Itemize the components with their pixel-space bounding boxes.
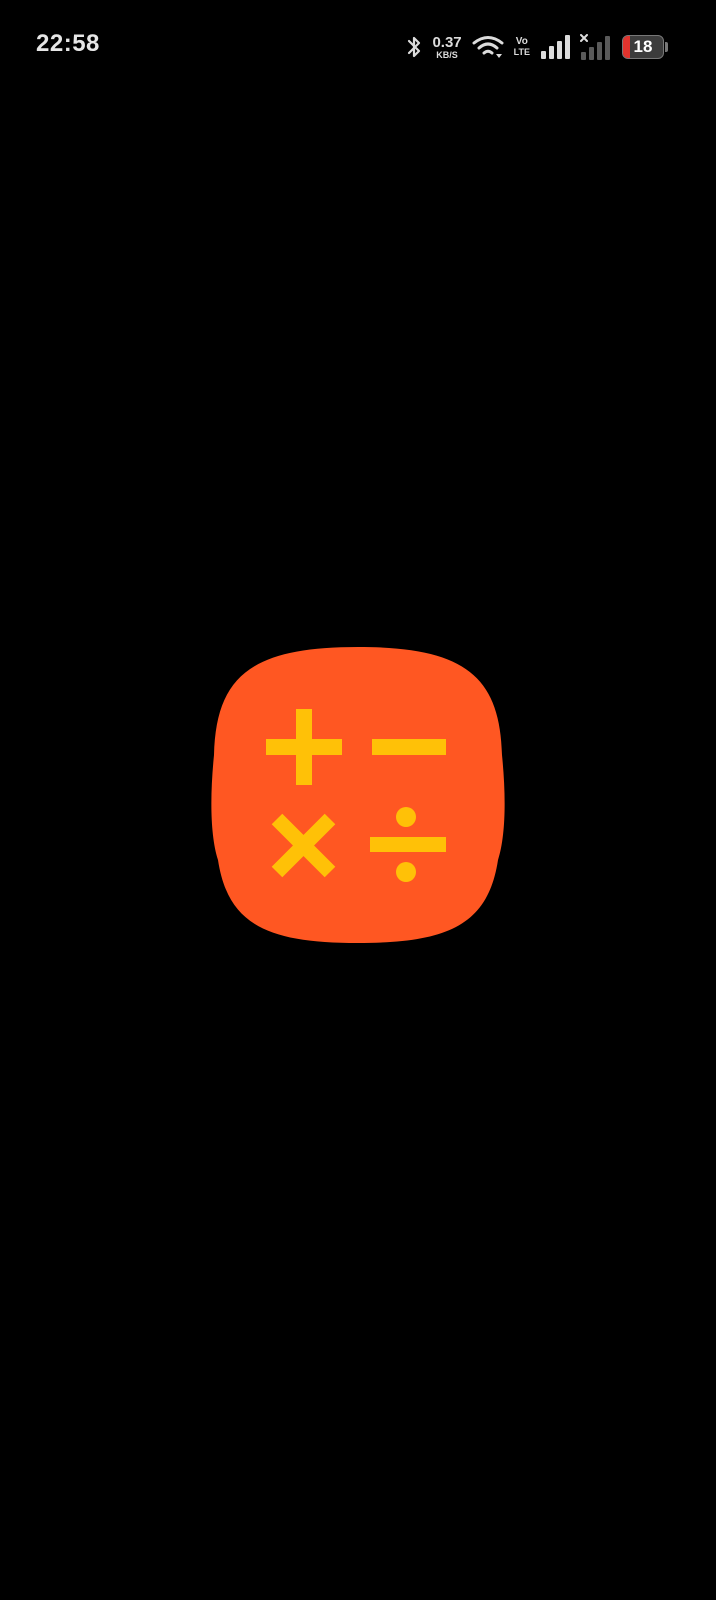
- logo-background: [211, 647, 505, 943]
- network-speed-unit: KB/S: [436, 49, 458, 60]
- status-icons: 0.37 KB/S Vo LTE 18: [406, 30, 668, 64]
- calculator-app-icon: [208, 645, 508, 945]
- network-speed: 0.37 KB/S: [432, 35, 461, 60]
- volte-bottom-label: LTE: [513, 47, 530, 57]
- volte-top-label: Vo: [515, 36, 528, 47]
- minus-symbol: [372, 739, 446, 755]
- no-signal-icon: [580, 34, 612, 60]
- signal-strength-icon: [540, 35, 570, 59]
- network-speed-value: 0.37: [432, 33, 462, 51]
- wifi-icon: [472, 34, 504, 60]
- battery-cap: [665, 42, 668, 52]
- status-bar: 22:58 0.37 KB/S Vo LTE 18: [0, 0, 716, 96]
- bluetooth-icon: [406, 34, 422, 60]
- battery-icon: 18: [622, 35, 664, 59]
- battery-level: 18: [633, 37, 653, 56]
- status-clock: 22:58: [36, 30, 100, 57]
- battery-indicator: 18: [622, 35, 668, 59]
- volte-indicator: Vo LTE: [514, 37, 530, 57]
